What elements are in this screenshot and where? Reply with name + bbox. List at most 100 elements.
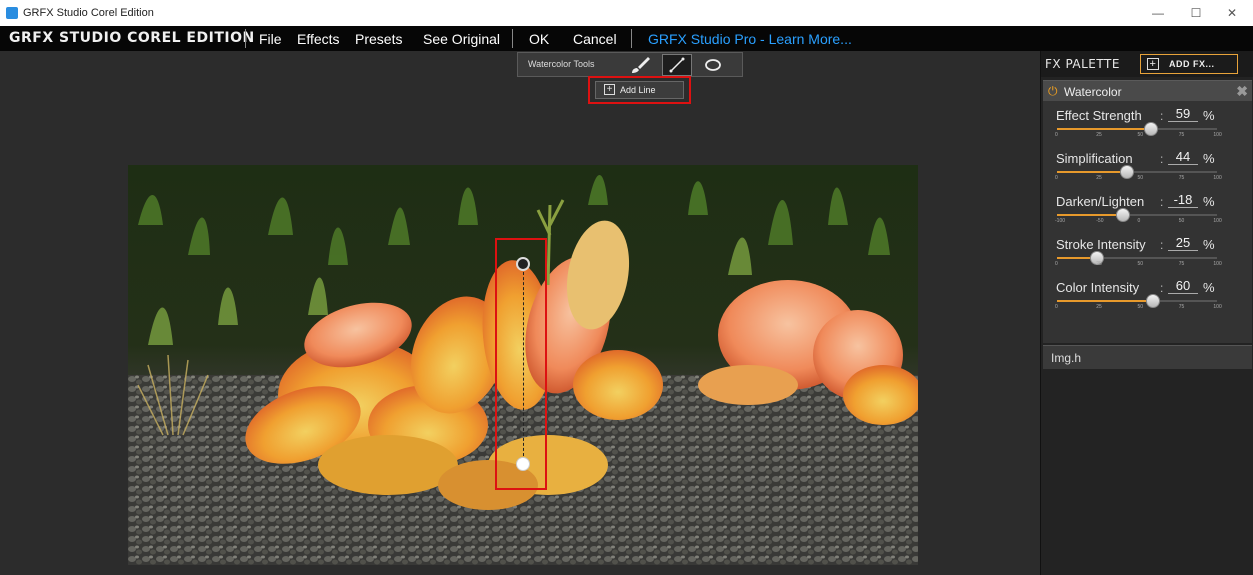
power-icon[interactable]: ⏻ <box>1048 84 1058 99</box>
slider-ticks: 0 25 50 75 100 <box>1055 261 1222 269</box>
brush-icon <box>632 57 650 73</box>
menu-see-original[interactable]: See Original <box>423 31 500 47</box>
tick-label: 25 <box>1096 304 1102 310</box>
tick-label: 100 <box>1213 175 1222 181</box>
slider-track[interactable] <box>1057 165 1217 179</box>
fx-palette-panel: FX PALETTE + ADD FX... ⏻ Watercolor ✖ Ef… <box>1040 51 1253 575</box>
menu-presets[interactable]: Presets <box>355 31 402 47</box>
menu-separator <box>512 29 513 48</box>
slider-label: Simplification <box>1056 151 1133 166</box>
add-line-label: Add Line <box>620 85 656 95</box>
maximize-button[interactable]: ☐ <box>1178 4 1214 22</box>
slider-label: Stroke Intensity <box>1056 237 1146 252</box>
tick-label: 0 <box>1055 175 1058 181</box>
slider-stroke-intensity: Stroke Intensity:25% 0 25 50 75 100 <box>1043 230 1252 273</box>
tick-label: 50 <box>1137 175 1144 181</box>
brush-tool-button[interactable] <box>626 54 656 76</box>
value-separator: : <box>1160 281 1164 295</box>
menu-effects[interactable]: Effects <box>297 31 340 47</box>
slider-value-input[interactable]: 44 <box>1168 149 1198 165</box>
slider-track[interactable] <box>1057 208 1217 222</box>
menu-file[interactable]: File <box>259 31 282 47</box>
value-separator: : <box>1160 238 1164 252</box>
window-title: GRFX Studio Corel Edition <box>23 7 154 19</box>
line-selection-box <box>495 238 547 490</box>
tick-label: 0 <box>1055 304 1058 310</box>
slider-unit: % <box>1203 237 1215 252</box>
plus-icon: + <box>604 84 615 95</box>
tick-label: 100 <box>1213 304 1222 310</box>
tick-label: -100 <box>1055 218 1066 224</box>
cancel-button[interactable]: Cancel <box>573 31 617 47</box>
fx-palette-title: FX PALETTE <box>1045 57 1120 71</box>
slider-unit: % <box>1203 194 1215 209</box>
effect-name: Watercolor <box>1064 85 1122 99</box>
watercolor-effect-header[interactable]: ⏻ Watercolor ✖ <box>1043 80 1252 101</box>
fx-palette-header: FX PALETTE + ADD FX... <box>1041 51 1253 77</box>
slider-fill <box>1057 128 1152 130</box>
tick-label: 50 <box>1178 218 1185 224</box>
app-logo: GRFX STUDIO COREL EDITION <box>9 30 255 46</box>
tick-label: 50 <box>1137 304 1144 310</box>
tick-label: 100 <box>1213 132 1222 138</box>
slider-value-input[interactable]: 25 <box>1168 235 1198 251</box>
slider-simplification: Simplification:44% 0 25 50 75 100 <box>1043 144 1252 187</box>
line-guide <box>523 262 524 466</box>
watercolor-tools-bar: Watercolor Tools <box>517 52 743 77</box>
slider-fill <box>1057 214 1123 216</box>
slider-label: Darken/Lighten <box>1056 194 1145 209</box>
value-separator: : <box>1160 109 1164 123</box>
tick-label: 50 <box>1137 261 1144 267</box>
slider-unit: % <box>1203 151 1215 166</box>
ok-button[interactable]: OK <box>529 31 549 47</box>
ellipse-icon <box>705 59 721 71</box>
menubar: GRFX STUDIO COREL EDITION File Effects P… <box>0 26 1253 51</box>
slider-fill <box>1057 300 1153 302</box>
tick-label: 75 <box>1178 304 1185 310</box>
line-tool-button[interactable] <box>662 54 692 76</box>
value-separator: : <box>1160 195 1164 209</box>
tick-label: 100 <box>1213 261 1222 267</box>
menu-separator <box>631 29 632 48</box>
slider-label: Effect Strength <box>1056 108 1142 123</box>
slider-color-intensity: Color Intensity:60% 0 25 50 75 100 <box>1043 273 1252 316</box>
plus-icon: + <box>1147 58 1159 70</box>
tick-label: 0 <box>1137 218 1141 224</box>
tick-label: 25 <box>1096 175 1102 181</box>
ellipse-tool-button[interactable] <box>698 54 728 76</box>
line-start-handle[interactable] <box>516 257 530 271</box>
slider-ticks: 0 25 50 75 100 <box>1055 132 1222 140</box>
img-section-header[interactable]: Img.h <box>1043 345 1252 369</box>
slider-ticks: 0 25 50 75 100 <box>1055 304 1222 312</box>
tick-label: -50 <box>1096 218 1104 224</box>
tick-label: 25 <box>1096 132 1102 138</box>
slider-unit: % <box>1203 280 1215 295</box>
slider-track[interactable] <box>1057 122 1217 136</box>
slider-value-input[interactable]: 60 <box>1168 278 1198 294</box>
add-line-button[interactable]: + Add Line <box>595 81 684 99</box>
menu-separator <box>245 29 246 48</box>
remove-effect-icon[interactable]: ✖ <box>1236 83 1248 100</box>
line-end-handle[interactable] <box>516 457 530 471</box>
slider-ticks: 0 25 50 75 100 <box>1055 175 1222 183</box>
tick-label: 100 <box>1213 218 1222 224</box>
slider-ticks: -100 -50 0 50 100 <box>1055 218 1222 226</box>
slider-label: Color Intensity <box>1056 280 1140 295</box>
tick-label: 75 <box>1178 175 1185 181</box>
minimize-button[interactable]: — <box>1140 4 1176 22</box>
slider-value-input[interactable]: -18 <box>1168 192 1198 208</box>
slider-value-input[interactable]: 59 <box>1168 106 1198 122</box>
tick-label: 75 <box>1178 261 1185 267</box>
photo-canvas[interactable] <box>128 165 918 565</box>
app-icon <box>6 7 18 19</box>
slider-track[interactable] <box>1057 294 1217 308</box>
value-separator: : <box>1160 152 1164 166</box>
close-window-button[interactable]: ✕ <box>1214 4 1250 22</box>
slider-effect-strength: Effect Strength:59% 0 25 50 75 100 <box>1043 101 1252 144</box>
pro-learn-more-link[interactable]: GRFX Studio Pro - Learn More... <box>648 31 852 47</box>
tick-label: 0 <box>1055 132 1058 138</box>
add-fx-button[interactable]: + ADD FX... <box>1140 54 1238 74</box>
watercolor-settings: Effect Strength:59% 0 25 50 75 100 Simplifica… <box>1043 101 1252 343</box>
slider-track[interactable] <box>1057 251 1217 265</box>
slider-fill <box>1057 171 1128 173</box>
